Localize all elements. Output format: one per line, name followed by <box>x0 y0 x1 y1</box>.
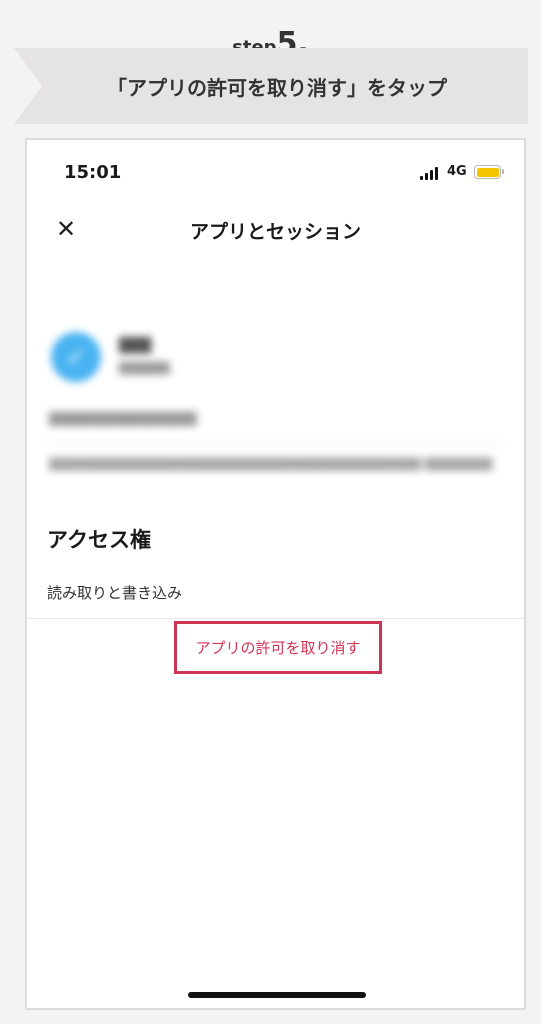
nav-bar: ✕ アプリとセッション <box>27 204 524 256</box>
home-indicator[interactable] <box>188 992 366 998</box>
network-type: 4G <box>447 164 467 179</box>
battery-icon <box>474 165 504 179</box>
status-time: 15:01 <box>64 162 122 183</box>
app-name: ███ <box>119 338 152 354</box>
revoke-app-permission-button[interactable]: アプリの許可を取り消す <box>177 624 379 671</box>
divider <box>27 618 524 619</box>
signal-strength-icon <box>420 167 438 180</box>
bird-logo-icon: ✓ <box>51 332 101 382</box>
app-divider <box>49 442 502 443</box>
status-bar: 15:01 4G <box>27 140 524 204</box>
instruction-text: 「アプリの許可を取り消す」をタップ <box>107 75 447 100</box>
page-title: アプリとセッション <box>189 221 361 243</box>
access-section-title: アクセス権 <box>47 528 151 552</box>
app-description: ████████████████ <box>49 412 197 426</box>
step-banner: step5. 「アプリの許可を取り消す」をタップ <box>0 0 541 135</box>
app-permission-text: ████████████████████████████████████████… <box>49 458 493 471</box>
app-handle: ██████ <box>119 362 170 375</box>
phone-screen: 15:01 4G ✕ アプリとセッション ✓ ███ ██████ ██████… <box>25 138 526 1010</box>
access-permission-value: 読み取りと書き込み <box>47 584 183 602</box>
app-info-blurred: ✓ ███ ██████ ████████████████ ██████████… <box>27 320 524 500</box>
